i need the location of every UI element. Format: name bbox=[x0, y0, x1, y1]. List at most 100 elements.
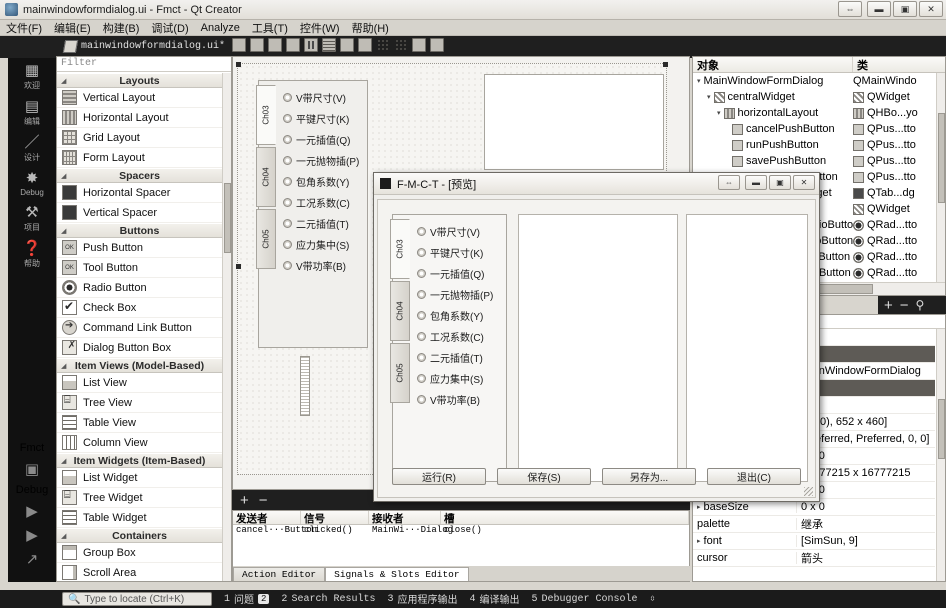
radio-button-icon[interactable] bbox=[417, 395, 426, 404]
maximize-button[interactable]: ▣ bbox=[893, 1, 917, 17]
layout-splitter-horizontal-icon[interactable] bbox=[340, 38, 354, 52]
cancel-push-button[interactable]: 退出(C) bbox=[707, 468, 801, 485]
save-push-button[interactable]: 保存(S) bbox=[497, 468, 591, 485]
widget-item[interactable]: Tree View bbox=[57, 393, 222, 413]
widget-group-header[interactable]: ◢ Containers bbox=[57, 528, 222, 543]
dialog-tab-ch03[interactable]: Ch03 bbox=[390, 219, 410, 279]
canvas-radio-option[interactable]: 一元抛物插(P) bbox=[283, 150, 359, 171]
dialog-radio-option[interactable]: 二元插值(T) bbox=[417, 347, 493, 368]
menu-item-widgets[interactable]: 控件(W) bbox=[300, 20, 340, 36]
edit-tab-order-icon[interactable] bbox=[286, 38, 300, 52]
chapters-tab-widget[interactable]: Ch03 Ch04 Ch05 V带尺寸(V) 平键尺寸(K) 一元插值(Q) 一元抛物插(… bbox=[256, 80, 368, 348]
dialog-radio-option[interactable]: 一元插值(Q) bbox=[417, 263, 493, 284]
widget-item[interactable]: OK Tool Button bbox=[57, 258, 222, 278]
edit-buddies-icon[interactable] bbox=[268, 38, 282, 52]
menu-item-help[interactable]: 帮助(H) bbox=[352, 20, 389, 36]
canvas-radio-option[interactable]: V带尺寸(V) bbox=[283, 87, 359, 108]
debug-button[interactable]: ▶ bbox=[8, 526, 56, 544]
property-editor-scrollbar[interactable] bbox=[936, 329, 945, 581]
dialog-radio-option[interactable]: V带尺寸(V) bbox=[417, 221, 493, 242]
dialog-tab-ch05[interactable]: Ch05 bbox=[390, 343, 410, 403]
dialog-radio-option[interactable]: 平键尺寸(K) bbox=[417, 242, 493, 263]
resize-handle-tl[interactable] bbox=[236, 62, 241, 67]
property-value[interactable]: 继承 bbox=[797, 516, 935, 532]
object-tree-row[interactable]: ▾ centralWidget QWidget bbox=[693, 89, 935, 105]
dialog-chapters-tab-widget[interactable]: Ch03 Ch04 Ch05 V带尺寸(V) 平键尺寸(K) 一元插值(Q) 一元抛物插(… bbox=[390, 214, 507, 482]
widget-item[interactable]: Horizontal Layout bbox=[57, 108, 222, 128]
minimize-button[interactable]: ▬ bbox=[867, 1, 891, 17]
edit-widgets-icon[interactable] bbox=[232, 38, 246, 52]
menu-item-analyze[interactable]: Analyze bbox=[201, 22, 240, 34]
mode-projects[interactable]: ⚒ 项目 bbox=[8, 200, 56, 236]
chapter-radio-group[interactable]: V带尺寸(V) 平键尺寸(K) 一元插值(Q) 一元抛物插(P) 包角系数(Y) 工况系数… bbox=[283, 87, 359, 276]
object-tree-row[interactable]: cancelPushButton QPus...tto bbox=[693, 121, 935, 137]
output-pane-button[interactable]: 4 编译输出 bbox=[469, 591, 519, 608]
expand-arrow-icon[interactable]: ▾ bbox=[717, 109, 721, 117]
menu-item-file[interactable]: 文件(F) bbox=[6, 20, 42, 36]
search-input[interactable]: 🔍 Type to locate (Ctrl+K) bbox=[62, 592, 212, 606]
radio-button-icon[interactable] bbox=[283, 198, 292, 207]
remove-connection-button[interactable]: − bbox=[259, 492, 268, 509]
object-inspector-vthumb[interactable] bbox=[938, 113, 945, 203]
dialog-resize-grip[interactable] bbox=[804, 487, 813, 496]
run-push-button[interactable]: 运行(R) bbox=[392, 468, 486, 485]
canvas-tab-ch04[interactable]: Ch04 bbox=[256, 147, 276, 207]
canvas-radio-option[interactable]: 一元插值(Q) bbox=[283, 129, 359, 150]
property-value[interactable]: 箭头 bbox=[797, 550, 935, 566]
document-selector[interactable]: mainwindowformdialog.ui* ▼ ✕ bbox=[62, 38, 260, 55]
table-row[interactable]: cancel···Button clicked() MainWi···Dialo… bbox=[233, 525, 689, 539]
object-tree-row[interactable]: ▾ MainWindowFormDialog QMainWindo bbox=[693, 73, 935, 89]
widget-item[interactable]: Command Link Button bbox=[57, 318, 222, 338]
radio-button-icon[interactable] bbox=[417, 248, 426, 257]
menu-item-build[interactable]: 构建(B) bbox=[103, 20, 140, 36]
dialog-radio-option[interactable]: V带功率(B) bbox=[417, 389, 493, 410]
canvas-radio-option[interactable]: 工况系数(C) bbox=[283, 192, 359, 213]
expand-arrow-icon[interactable]: ▾ bbox=[707, 93, 711, 101]
output-pane-button[interactable]: 1 问题 2 bbox=[224, 591, 270, 607]
tab-signals-slots-editor[interactable]: Signals & Slots Editor bbox=[325, 567, 469, 581]
output-pane-updown-icon[interactable]: ⇳ bbox=[650, 593, 656, 605]
signal-column-header[interactable]: 信号 bbox=[301, 511, 369, 525]
radio-button-icon[interactable] bbox=[417, 353, 426, 362]
widget-item[interactable]: Dialog Button Box bbox=[57, 338, 222, 358]
vertical-spacer-widget[interactable] bbox=[300, 356, 310, 416]
expand-arrow-icon[interactable]: ▸ bbox=[697, 537, 701, 545]
widget-item[interactable]: Form Layout bbox=[57, 148, 222, 168]
expand-arrow-icon[interactable]: ▾ bbox=[697, 77, 701, 85]
output-pane-button[interactable]: 5 Debugger Console bbox=[531, 594, 637, 605]
kit-selector[interactable]: Fmct ▣ Debug ▶ ▶ ↗ bbox=[8, 442, 56, 574]
mode-edit[interactable]: ▤ 编辑 bbox=[8, 94, 56, 130]
remove-object-button[interactable]: − bbox=[900, 297, 909, 314]
radio-button-icon[interactable] bbox=[283, 156, 292, 165]
canvas-radio-option[interactable]: 包角系数(Y) bbox=[283, 171, 359, 192]
menu-item-edit[interactable]: 编辑(E) bbox=[54, 20, 91, 36]
dialog-right-panel[interactable] bbox=[686, 214, 808, 482]
dialog-close-button[interactable]: ✕ bbox=[793, 175, 815, 190]
mode-welcome[interactable]: ▦ 欢迎 bbox=[8, 58, 56, 94]
object-tree-row[interactable]: ▾ horizontalLayout QHBo...yo bbox=[693, 105, 935, 121]
widget-item[interactable]: Grid Layout bbox=[57, 128, 222, 148]
add-connection-button[interactable]: + bbox=[240, 492, 249, 509]
canvas-tab-ch03[interactable]: Ch03 bbox=[256, 85, 276, 145]
output-pane-button[interactable]: 2 Search Results bbox=[281, 594, 375, 605]
menu-item-debug[interactable]: 调试(D) bbox=[151, 20, 188, 36]
widget-item[interactable]: Group Box bbox=[57, 543, 222, 563]
configure-object-button[interactable]: ⚲ bbox=[916, 298, 925, 312]
widget-item[interactable]: OK Push Button bbox=[57, 238, 222, 258]
class-column-header[interactable]: 类 bbox=[853, 57, 945, 72]
mode-design[interactable]: ／ 设计 bbox=[8, 130, 56, 166]
dialog-radio-option[interactable]: 一元抛物插(P) bbox=[417, 284, 493, 305]
sender-column-header[interactable]: 发送者 bbox=[233, 511, 301, 525]
widget-group-header[interactable]: ◢ Item Views (Model-Based) bbox=[57, 358, 222, 373]
widget-item[interactable]: Scroll Area bbox=[57, 563, 222, 581]
radio-button-icon[interactable] bbox=[283, 135, 292, 144]
widget-item[interactable]: Vertical Layout bbox=[57, 88, 222, 108]
layout-grid-icon[interactable] bbox=[394, 38, 408, 52]
widget-item[interactable]: Table View bbox=[57, 413, 222, 433]
widget-item[interactable]: Column View bbox=[57, 433, 222, 453]
dialog-radio-option[interactable]: 应力集中(S) bbox=[417, 368, 493, 389]
dialog-chapter-tab-bar[interactable]: Ch03 Ch04 Ch05 bbox=[390, 219, 412, 405]
dialog-maximize-button[interactable]: ▣ bbox=[769, 175, 791, 190]
radio-button-icon[interactable] bbox=[283, 261, 292, 270]
chapter-tab-bar[interactable]: Ch03 Ch04 Ch05 bbox=[256, 85, 278, 271]
